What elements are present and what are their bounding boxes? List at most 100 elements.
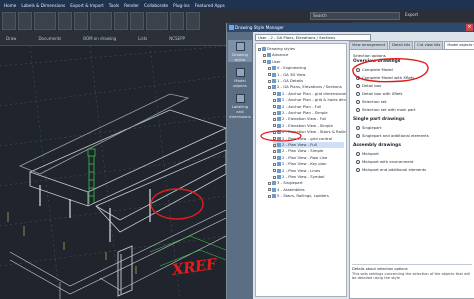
panel-label-bom: BOM on drawing	[83, 35, 117, 41]
radio-mainpart[interactable]: Mainpart	[356, 151, 379, 156]
expand-toggle-icon[interactable]	[273, 162, 276, 166]
radio-mainpart-additional[interactable]: Mainpart and additional elements	[356, 167, 426, 172]
tree-item[interactable]: 2 - Plan View - Raw Line	[273, 155, 344, 161]
expand-toggle-icon[interactable]	[268, 79, 271, 83]
tree-item[interactable]: 3 - Singlepart	[268, 180, 344, 186]
expand-toggle-icon[interactable]	[268, 73, 271, 77]
style-icon	[277, 143, 281, 147]
tree-item[interactable]: User	[263, 59, 344, 65]
sidebar-item-label: Model objects	[233, 78, 247, 88]
tree-item[interactable]: 2 - Elevation View - Stairs & Railings	[273, 129, 346, 135]
tree-item[interactable]: 2 - Plan View - Simple	[273, 148, 344, 154]
menu-collaborate[interactable]: Collaborate	[144, 3, 168, 8]
tree-item[interactable]: 2 - Plan View - Key plan	[273, 161, 344, 167]
search-input[interactable]: Search	[310, 12, 400, 20]
ribbon-button[interactable]	[170, 12, 184, 30]
expand-toggle-icon[interactable]	[273, 169, 276, 173]
radio-detail-box-xrefs[interactable]: Detail box with XRefs	[356, 91, 402, 96]
expand-toggle-icon[interactable]	[273, 105, 276, 109]
expand-toggle-icon[interactable]	[273, 149, 276, 153]
expand-toggle-icon[interactable]	[258, 47, 261, 51]
expand-toggle-icon[interactable]	[273, 124, 276, 128]
sidebar-item-model-objects[interactable]: Model objects	[228, 66, 252, 88]
expand-toggle-icon[interactable]	[268, 66, 271, 70]
expand-toggle-icon[interactable]	[268, 194, 271, 198]
export-label[interactable]: Export	[405, 12, 471, 20]
ribbon-button[interactable]	[130, 12, 144, 30]
ribbon-button[interactable]	[186, 12, 200, 30]
expand-toggle-icon[interactable]	[273, 175, 276, 179]
menu-featured-apps[interactable]: Featured Apps	[195, 3, 225, 8]
labeling-icon	[235, 94, 245, 103]
menu-render[interactable]: Render	[124, 3, 139, 8]
tab-view-arrangement[interactable]: View arrangement	[349, 41, 389, 49]
expand-toggle-icon[interactable]	[263, 53, 266, 57]
radio-singlepart-additional[interactable]: Singlepart and additional elements	[356, 133, 429, 138]
ribbon-button[interactable]	[90, 12, 112, 30]
radio-complete-model[interactable]: Complete Model	[356, 67, 393, 72]
menu-tools[interactable]: Tools	[109, 3, 119, 8]
tree-item[interactable]: 2 - Plan View - Lines	[273, 168, 344, 174]
expand-toggle-icon[interactable]	[273, 130, 276, 134]
tree-item-label: 2 - Anchor Plan - Simple	[282, 110, 328, 115]
ribbon-button[interactable]	[34, 12, 56, 30]
expand-toggle-icon[interactable]	[273, 137, 276, 141]
tree-item[interactable]: 0 - Engineering	[268, 65, 344, 71]
expand-toggle-icon[interactable]	[268, 188, 271, 192]
expand-toggle-icon[interactable]	[273, 156, 276, 160]
tree-item[interactable]: 1 - GA 3D View	[268, 72, 344, 78]
tree-item[interactable]: 2 - Plan View - Symbol	[273, 174, 344, 180]
ribbon-button[interactable]	[18, 12, 32, 30]
sidebar-item-labeling[interactable]: Labeling and dimensions	[228, 92, 252, 119]
style-tree[interactable]: Drawing styles Advance User 0 - Engineering…	[255, 43, 347, 297]
expand-toggle-icon[interactable]	[273, 92, 276, 96]
sidebar-item-label: Drawing styles	[232, 52, 248, 62]
radio-mainpart-environment[interactable]: Mainpart with environment	[356, 159, 414, 164]
tree-item[interactable]: Drawing styles	[258, 46, 344, 52]
expand-toggle-icon[interactable]	[268, 181, 271, 185]
tab-model-objects-selection[interactable]: Model objects selection	[444, 41, 474, 49]
close-icon[interactable]: ×	[466, 24, 473, 31]
tree-item[interactable]: 2 - Anchor Plan - grid & holes dimension…	[273, 97, 346, 103]
model-viewport[interactable]: XREF	[0, 46, 226, 299]
menu-plugins[interactable]: Plug-ins	[173, 3, 190, 8]
tree-item[interactable]: 2 - Plan View - Full	[273, 142, 344, 148]
expand-toggle-icon[interactable]	[263, 60, 266, 64]
tree-item[interactable]: Advance	[263, 52, 344, 58]
expand-toggle-icon[interactable]	[268, 85, 271, 89]
radio-dot	[356, 125, 360, 130]
tree-item[interactable]: 5 - Stairs, Railings, Ladders	[268, 193, 344, 199]
tree-item[interactable]: 2 - Plan View - grid control	[273, 136, 344, 142]
expand-toggle-icon[interactable]	[273, 117, 276, 121]
radio-singlepart[interactable]: Singlepart	[356, 125, 381, 130]
tree-item[interactable]: 2 - GA Plans, Elevations / Sections	[268, 84, 344, 90]
tree-item[interactable]: 2 - Anchor Plan - grid dimensioned	[273, 91, 346, 97]
expand-toggle-icon[interactable]	[273, 111, 276, 115]
tab-detail-kits[interactable]: Detail kits	[389, 41, 414, 49]
sidebar-item-drawing-styles[interactable]: Drawing styles	[228, 40, 252, 62]
tree-item[interactable]: 1 - GA Details	[268, 78, 344, 84]
style-icon	[272, 72, 276, 77]
ribbon-button[interactable]	[146, 12, 168, 30]
dialog-titlebar[interactable]: Drawing Style Manager ×	[227, 23, 474, 32]
tree-item[interactable]: 4 - Assemblies	[268, 187, 344, 193]
ribbon-button[interactable]	[114, 12, 128, 30]
tree-item[interactable]: 2 - Anchor Plan - Full	[273, 104, 344, 110]
radio-selection-set-main-part[interactable]: Selection set with main part	[356, 107, 415, 112]
expand-toggle-icon[interactable]	[273, 98, 276, 102]
tree-item[interactable]: 2 - Anchor Plan - Simple	[273, 110, 344, 116]
tree-item[interactable]: 2 - Elevation View - Simple	[273, 123, 344, 129]
ribbon-button[interactable]	[2, 12, 16, 30]
expand-toggle-icon[interactable]	[273, 143, 276, 147]
menu-labels-dimensions[interactable]: Labels & Dimensions	[21, 3, 65, 8]
tab-cut-view-kits[interactable]: Cut view kits	[414, 41, 444, 49]
radio-detail-box[interactable]: Detail box	[356, 83, 381, 88]
radio-selection-set[interactable]: Selection set	[356, 99, 387, 104]
ribbon-button[interactable]	[74, 12, 88, 30]
menu-export-import[interactable]: Export & Import	[70, 3, 104, 8]
style-icon	[277, 91, 281, 96]
radio-complete-model-xrefs[interactable]: Complete Model with XRefs	[356, 75, 414, 80]
tree-item[interactable]: 2 - Elevation View - Full	[273, 116, 344, 122]
menu-home[interactable]: Home	[4, 3, 16, 8]
ribbon-button[interactable]	[58, 12, 72, 30]
